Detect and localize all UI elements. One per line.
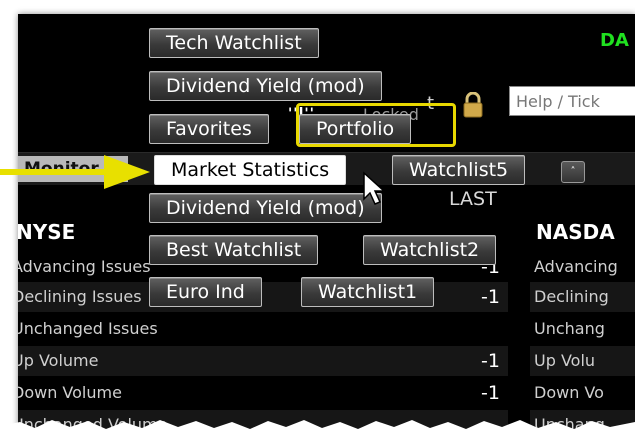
row-value: -1 xyxy=(481,382,500,404)
row-label: Up Volume xyxy=(18,351,99,370)
row-label: Down Vo xyxy=(534,383,604,402)
watchlist-2-button[interactable]: Watchlist2 xyxy=(363,235,497,265)
table-row: Down Volume -1 xyxy=(18,378,508,408)
callout-arrow-icon xyxy=(0,155,150,189)
watchlist-5-button[interactable]: Watchlist5 xyxy=(392,155,526,185)
row-label: Unchanged Issues xyxy=(18,319,158,338)
row-label: Declining Issues xyxy=(18,287,142,306)
row-label: Unchang xyxy=(534,319,605,338)
row-label: Declining xyxy=(534,287,609,306)
table-row: Unchang xyxy=(530,314,635,344)
lock-icon[interactable] xyxy=(462,92,484,118)
table-row: Down Vo xyxy=(530,378,635,408)
row-value: -1 xyxy=(481,286,500,308)
torn-edge-decoration xyxy=(0,420,635,444)
watchlist-euro-ind-button[interactable]: Euro Ind xyxy=(149,277,262,307)
row-value: -1 xyxy=(481,350,500,372)
nasdaq-title: NASDA xyxy=(536,220,615,244)
watchlist-best-button[interactable]: Best Watchlist xyxy=(149,235,319,265)
row-label: Down Volume xyxy=(18,383,122,402)
table-row: Unchanged Issues xyxy=(18,314,508,344)
watchlist-1-button[interactable]: Watchlist1 xyxy=(301,277,435,307)
watchlist-market-statistics-button[interactable]: Market Statistics xyxy=(154,155,347,185)
watchlist-dividend-yield-2-button[interactable]: Dividend Yield (mod) xyxy=(149,193,382,223)
row-label: Advancing xyxy=(534,257,618,276)
portfolio-highlight xyxy=(296,103,456,147)
trading-window: DA t ''l'' Locked Monitor ˄ LAST NYSE Ad… xyxy=(18,14,635,444)
help-ticker-input[interactable] xyxy=(509,86,635,116)
watchlist-dividend-yield-button[interactable]: Dividend Yield (mod) xyxy=(149,71,382,101)
tab-overflow-button[interactable]: ˄ xyxy=(561,161,585,183)
table-row: Advancing xyxy=(530,252,635,282)
mouse-cursor-icon xyxy=(363,171,386,205)
table-row: Up Volu xyxy=(530,346,635,376)
table-row: Declining Issues -1 xyxy=(18,282,508,312)
column-header-last: LAST xyxy=(449,188,497,210)
watchlist-tech-button[interactable]: Tech Watchlist xyxy=(149,28,319,58)
row-label: Up Volu xyxy=(534,351,596,370)
da-label: DA xyxy=(600,30,629,51)
nyse-title: NYSE xyxy=(18,220,76,244)
row-label: Advancing Issues xyxy=(18,257,151,276)
watchlist-favorites-button[interactable]: Favorites xyxy=(149,114,269,144)
table-row: Up Volume -1 xyxy=(18,346,508,376)
table-row: Declining xyxy=(530,282,635,312)
